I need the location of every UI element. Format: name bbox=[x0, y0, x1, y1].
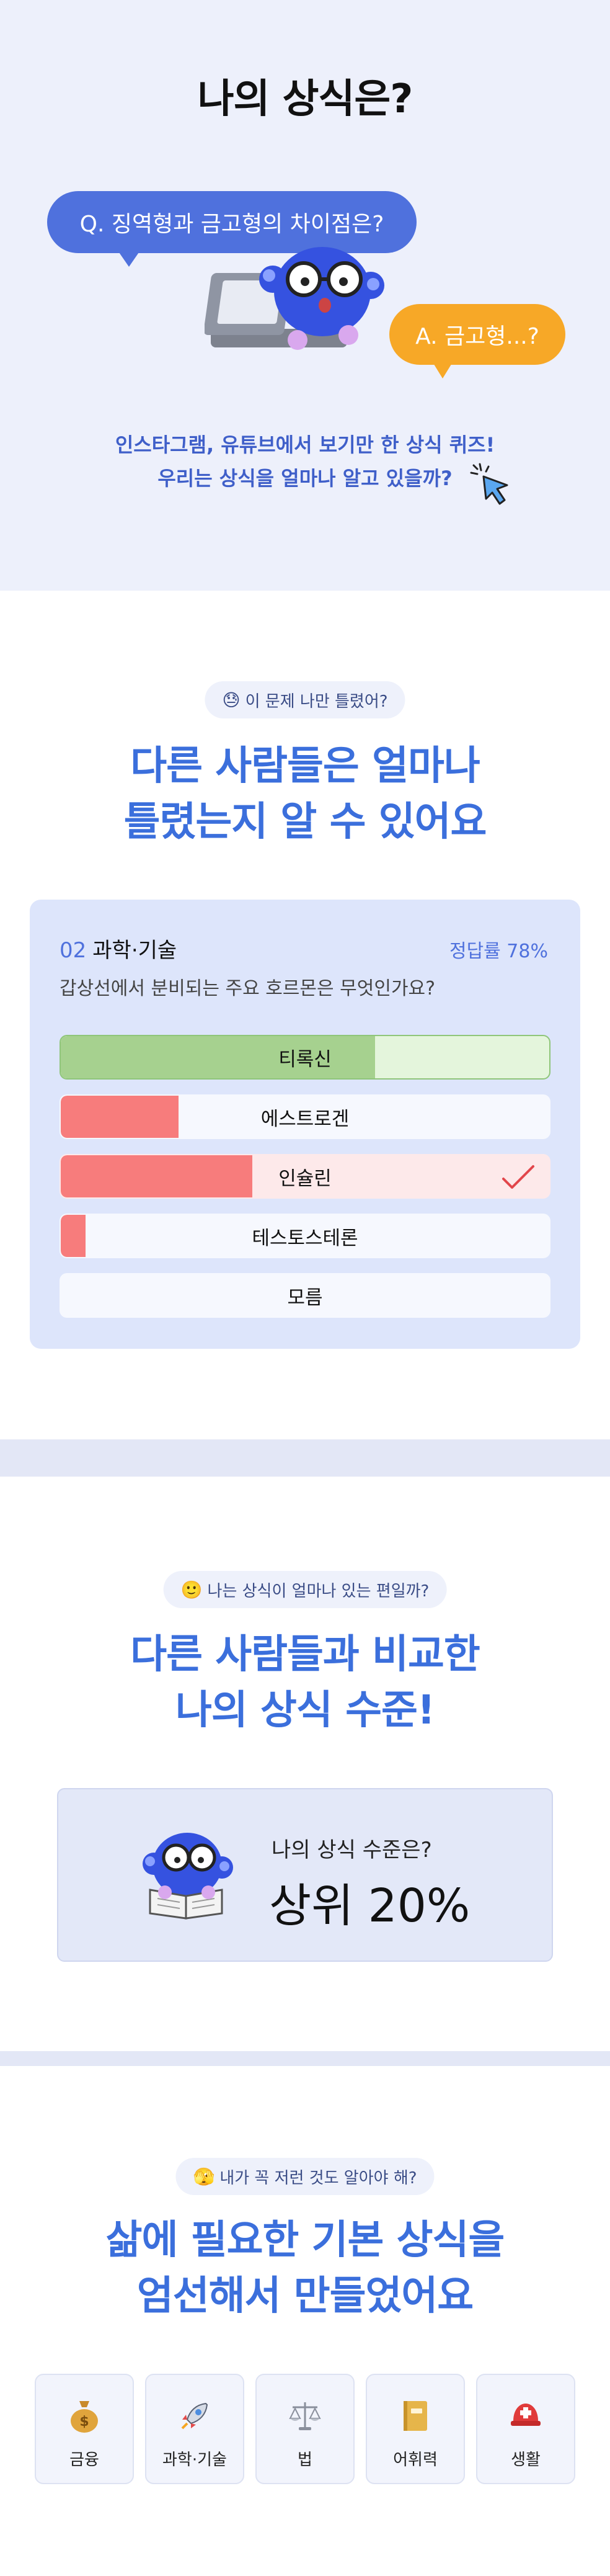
category-label: 과학·기술 bbox=[162, 2451, 227, 2469]
quiz-option-label: 티록신 bbox=[278, 1048, 332, 1071]
wrong-section-title: 다른 사람들은 얼마나 틀렸는지 알 수 있어요 bbox=[0, 738, 610, 850]
category-life[interactable]: 생활 bbox=[476, 2374, 575, 2484]
rank-section bbox=[0, 1477, 610, 2051]
topics-section-pill: 🫣 내가 꼭 저런 것도 알아야 해? bbox=[175, 2158, 435, 2195]
svg-text:$: $ bbox=[79, 2414, 89, 2430]
page: 나의 상식은? Q. 징역형과 금고형의 차이점은? A. 금고형...? 인스… bbox=[0, 0, 610, 2576]
wrong-title-line2: 틀렸는지 알 수 있어요 bbox=[123, 799, 487, 845]
category-vocabulary[interactable]: 어휘력 bbox=[366, 2374, 465, 2484]
wrong-section-pill: 😓 이 문제 나만 틀렸어? bbox=[205, 681, 405, 718]
hero-title: 나의 상식은? bbox=[197, 76, 413, 122]
smile-face-icon: 🙂 bbox=[180, 1579, 203, 1600]
scales-icon bbox=[288, 2399, 322, 2433]
answer-bubble-text: A. 금고형...? bbox=[415, 324, 539, 349]
rank-value: 상위 20% bbox=[269, 1879, 471, 1933]
hero-description: 인스타그램, 유튜브에서 보기만 한 상식 퀴즈! 우리는 상식을 얼마나 알고… bbox=[0, 428, 610, 495]
quiz-question: 갑상선에서 분비되는 주요 호르몬은 무엇인가요? bbox=[60, 978, 436, 1000]
quiz-category: 과학·기술 bbox=[92, 938, 177, 963]
rank-section-pill: 🙂 나는 상식이 얼마나 있는 편일까? bbox=[163, 1571, 447, 1608]
peek-face-icon: 🫣 bbox=[193, 2166, 215, 2187]
wrong-section-pill-text: 이 문제 나만 틀렸어? bbox=[245, 692, 388, 711]
topics-section-pill-text: 내가 꼭 저런 것도 알아야 해? bbox=[219, 2168, 417, 2188]
sweat-face-icon: 😓 bbox=[222, 689, 241, 710]
topics-title-line1: 삶에 필요한 기본 상식을 bbox=[105, 2217, 505, 2263]
rank-title-line1: 다른 사람들과 비교한 bbox=[130, 1632, 480, 1678]
answer-bubble: A. 금고형...? bbox=[389, 304, 565, 378]
category-list: $ 금융 과학·기술 법 어휘력 생활 bbox=[35, 2374, 575, 2485]
quiz-number: 02 bbox=[60, 938, 87, 963]
rank-card: 나의 상식 수준은? 상위 20% bbox=[57, 1788, 553, 1962]
mascot-laptop-illustration bbox=[205, 247, 384, 350]
rank-label: 나의 상식 수준은? bbox=[272, 1838, 432, 1863]
quiz-option-label: 모름 bbox=[287, 1286, 323, 1309]
quiz-option[interactable]: 테스토스테론 bbox=[60, 1214, 550, 1258]
category-science[interactable]: 과학·기술 bbox=[145, 2374, 244, 2484]
rank-section-pill-text: 나는 상식이 얼마나 있는 편일까? bbox=[207, 1581, 430, 1601]
topics-title-line2: 엄선해서 만들었어요 bbox=[136, 2273, 474, 2319]
category-law[interactable]: 법 bbox=[255, 2374, 355, 2484]
rocket-icon bbox=[177, 2399, 212, 2433]
quiz-option[interactable]: 에스트로겐 bbox=[60, 1094, 550, 1139]
category-label: 어휘력 bbox=[393, 2451, 438, 2469]
quiz-option-label: 테스토스테론 bbox=[252, 1227, 358, 1250]
rank-title-line2: 나의 상식 수준! bbox=[175, 1688, 435, 1733]
quiz-correct-rate: 정답률 78% bbox=[449, 941, 548, 962]
question-bubble-text: Q. 징역형과 금고형의 차이점은? bbox=[79, 212, 384, 237]
quiz-option-label: 인슐린 bbox=[278, 1167, 332, 1190]
cursor-click-icon bbox=[470, 463, 508, 505]
hero-desc-line2: 우리는 상식을 얼마나 알고 있을까? bbox=[157, 467, 453, 490]
quiz-option[interactable]: 인슐린 bbox=[60, 1154, 550, 1199]
book-icon bbox=[398, 2399, 433, 2433]
quiz-card: 02 과학·기술 정답률 78% 갑상선에서 분비되는 주요 호르몬은 무엇인가요… bbox=[30, 900, 580, 1349]
quiz-header: 02 과학·기술 bbox=[60, 933, 177, 964]
checkmark-icon bbox=[502, 1165, 534, 1189]
quiz-option-label: 에스트로겐 bbox=[260, 1107, 350, 1130]
quiz-option[interactable]: 티록신 bbox=[60, 1035, 550, 1080]
category-label: 생활 bbox=[511, 2451, 541, 2469]
hero-desc-line1: 인스타그램, 유튜브에서 보기만 한 상식 퀴즈! bbox=[115, 433, 495, 457]
helmet-icon bbox=[508, 2399, 543, 2433]
quiz-option[interactable]: 모름 bbox=[60, 1273, 550, 1318]
mascot-reading-illustration bbox=[143, 1833, 233, 1920]
category-label: 법 bbox=[298, 2451, 312, 2469]
category-finance[interactable]: $ 금융 bbox=[35, 2374, 134, 2484]
topics-section-title: 삶에 필요한 기본 상식을 엄선해서 만들었어요 bbox=[0, 2212, 610, 2324]
rank-section-title: 다른 사람들과 비교한 나의 상식 수준! bbox=[0, 1627, 610, 1738]
money-bag-icon: $ bbox=[67, 2399, 102, 2433]
hero-section: 나의 상식은? Q. 징역형과 금고형의 차이점은? A. 금고형...? 인스… bbox=[0, 0, 610, 591]
wrong-title-line1: 다른 사람들은 얼마나 bbox=[130, 743, 480, 789]
category-label: 금융 bbox=[69, 2451, 99, 2469]
